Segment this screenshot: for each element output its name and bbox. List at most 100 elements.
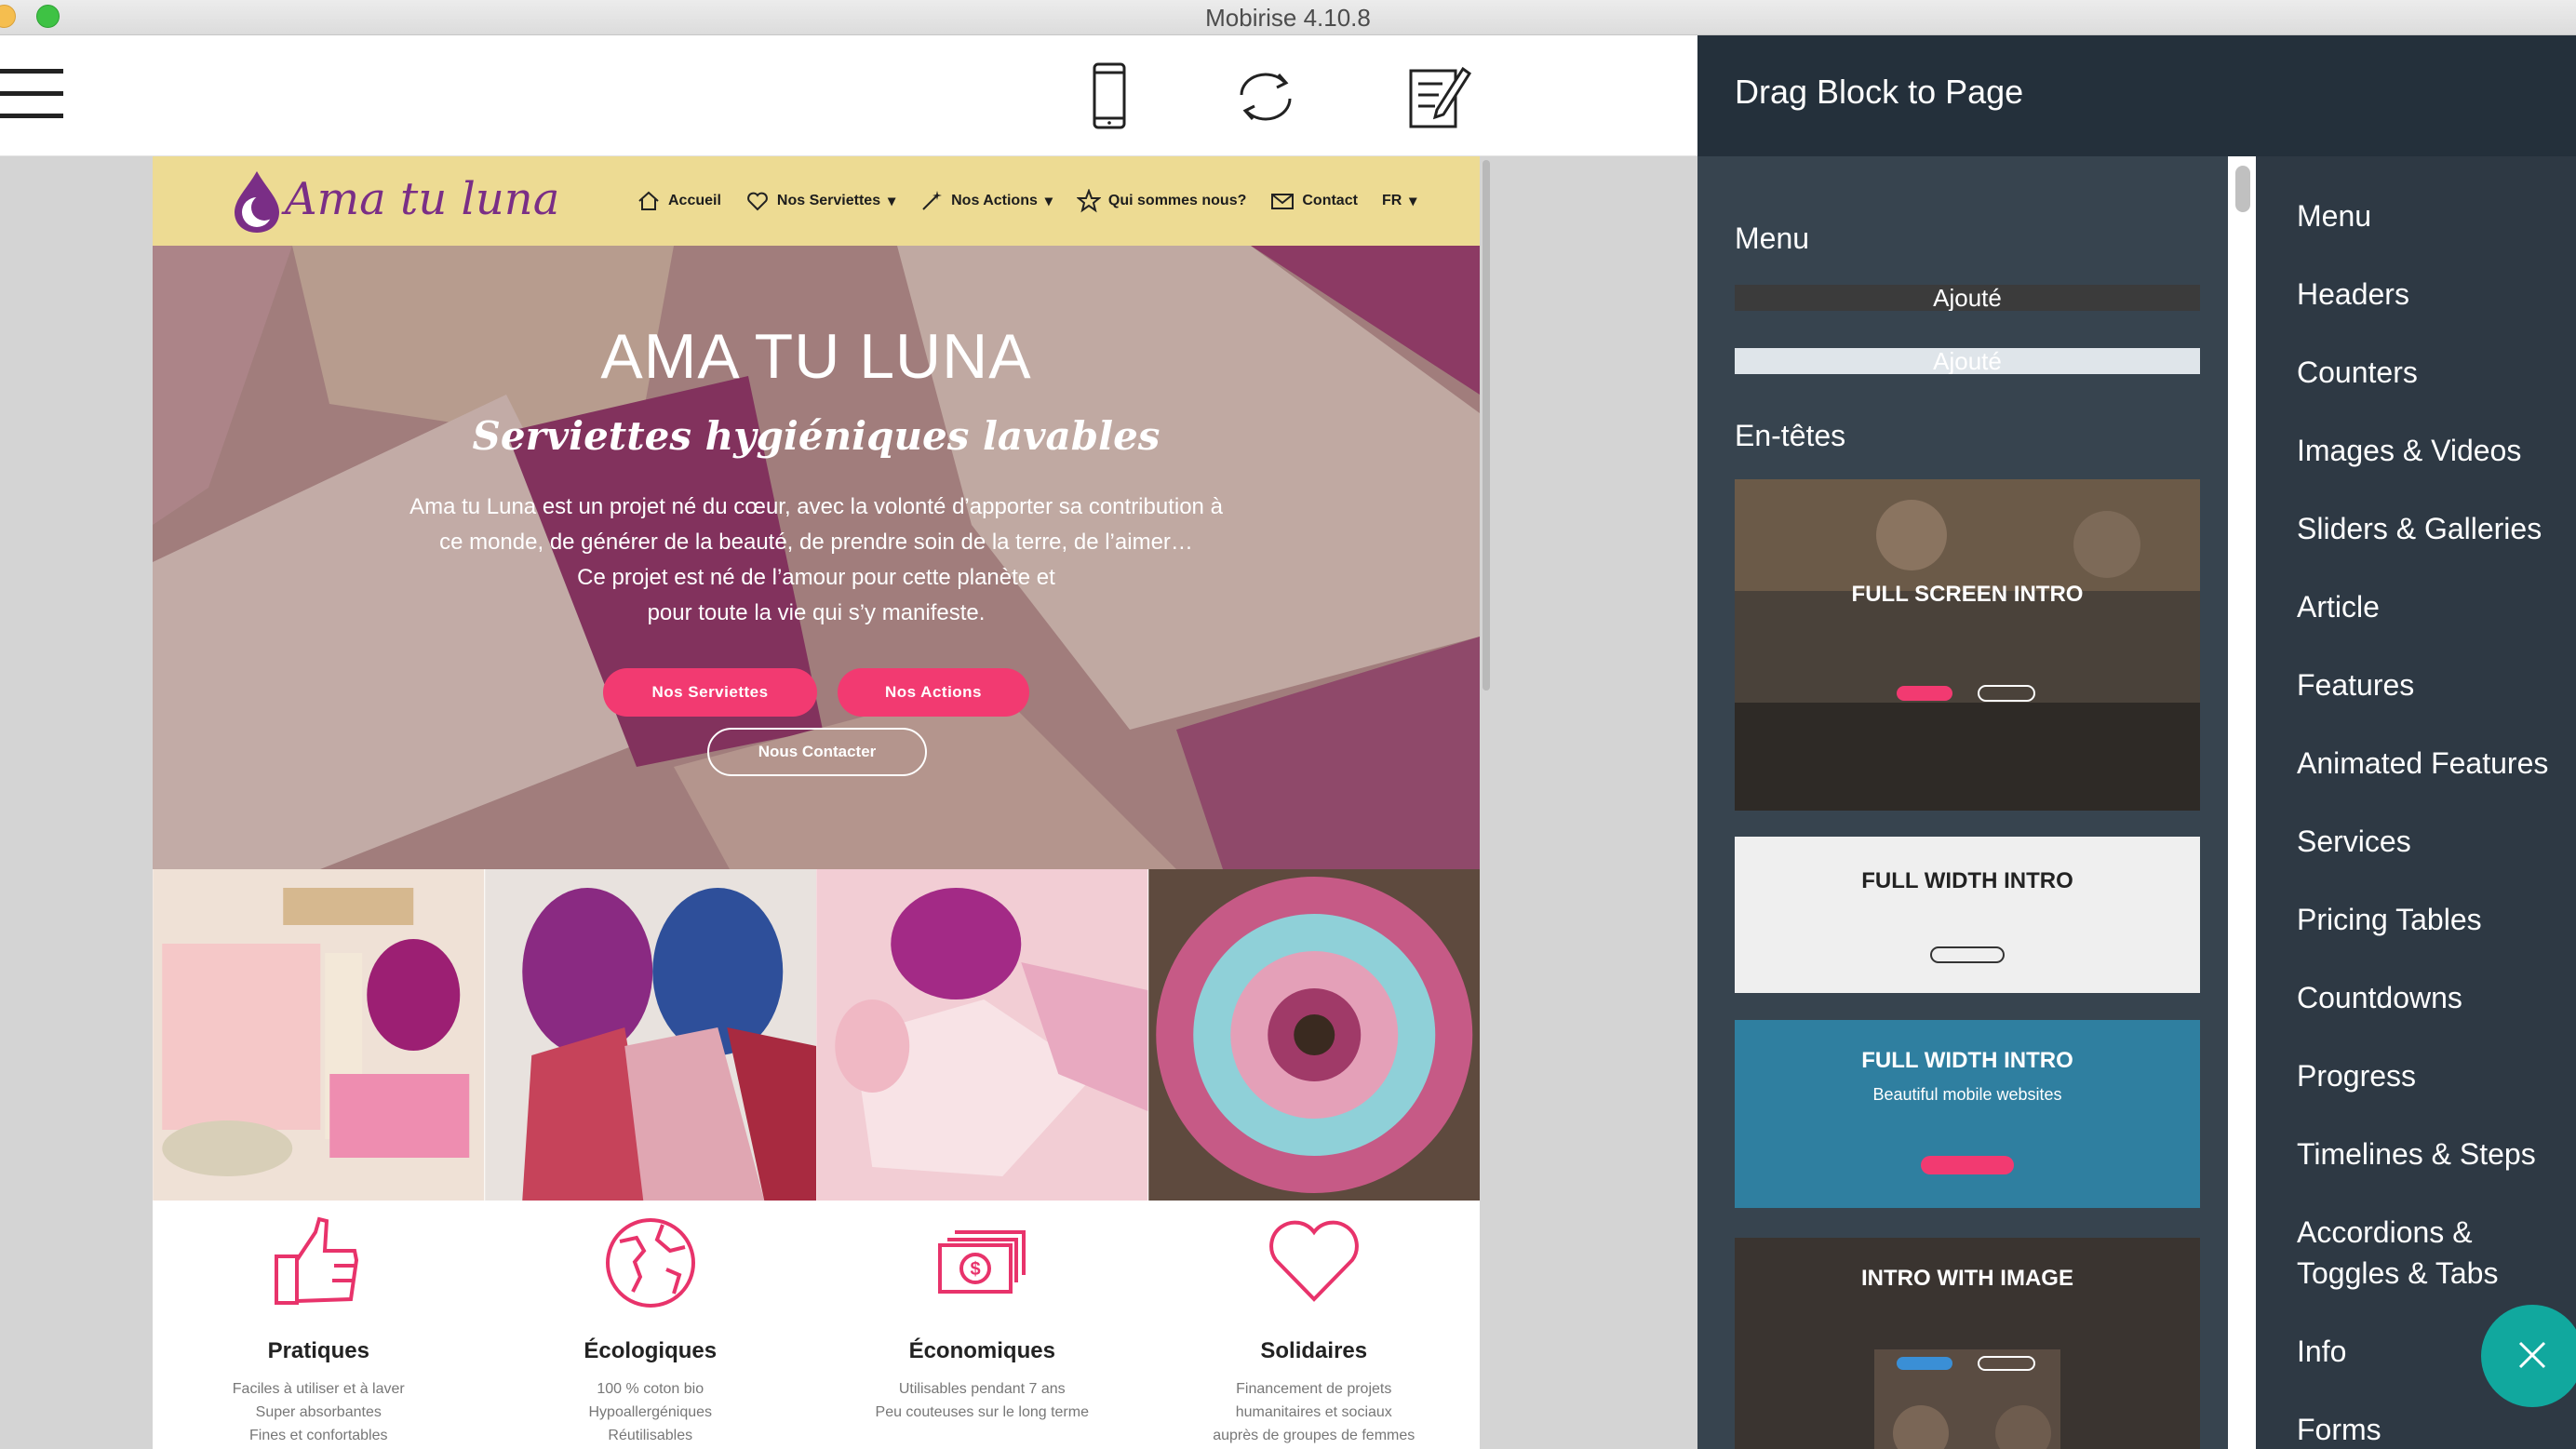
website-preview: Ama tu luna Accueil Nos Serviettes ▾ Nos … [153, 156, 1480, 1449]
thumb-subtitle: Beautiful mobile websites [1872, 1085, 2062, 1104]
edit-page-icon[interactable] [1402, 60, 1476, 134]
feature-line: Hypoallergéniques [588, 1404, 713, 1420]
feature-ecologiques: Écologiques 100 % coton bio Hypoallergén… [485, 1201, 817, 1449]
category-features[interactable]: Features [2297, 664, 2414, 705]
thumb-title: FULL WIDTH INTRO [1861, 1048, 2073, 1073]
hero-title: AMA TU LUNA [600, 321, 1032, 392]
nav-item-nos-serviettes[interactable]: Nos Serviettes ▾ [745, 189, 895, 213]
feature-pratiques: Pratiques Faciles à utiliser et à laver … [153, 1201, 485, 1449]
window-titlebar: Mobirise 4.10.8 [0, 0, 2576, 35]
nav-item-contact[interactable]: Contact [1270, 189, 1358, 213]
nos-actions-button[interactable]: Nos Actions [838, 668, 1029, 717]
gallery-image-1[interactable] [153, 869, 485, 1201]
gallery-image-3[interactable] [816, 869, 1148, 1201]
menu-block-thumb-1[interactable]: Ajouté [1735, 285, 2200, 311]
feature-line: Utilisables pendant 7 ans [898, 1381, 1066, 1397]
minimize-button[interactable] [0, 5, 16, 28]
block-thumbnails-column: Menu Ajouté Ajouté En-têtes FULL SCREEN … [1697, 156, 2228, 1449]
gallery-image-4[interactable] [1147, 869, 1481, 1201]
money-stack-icon: $ [938, 1230, 1026, 1294]
header-block-full-screen-intro[interactable]: FULL SCREEN INTRO [1735, 479, 2200, 811]
feature-line: Super absorbantes [255, 1404, 382, 1420]
thumbs-up-icon [275, 1216, 359, 1305]
categories-scroll-thumb[interactable] [2235, 166, 2250, 212]
close-panel-button[interactable] [2481, 1305, 2576, 1407]
category-info[interactable]: Info [2297, 1331, 2346, 1372]
nos-serviettes-button[interactable]: Nos Serviettes [603, 668, 817, 717]
editor-toolbar [0, 35, 1697, 156]
category-pricing-tables[interactable]: Pricing Tables [2297, 899, 2482, 940]
feature-description: Financement de projets humanitaires et s… [1148, 1377, 1481, 1447]
thumb-title: FULL SCREEN INTRO [1851, 582, 2084, 607]
window-title: Mobirise 4.10.8 [1205, 4, 1371, 32]
category-accordions-line1[interactable]: Accordions & [2297, 1212, 2473, 1253]
sync-icon[interactable] [1228, 60, 1303, 134]
header-block-intro-with-image[interactable]: INTRO WITH IMAGE [1735, 1238, 2200, 1449]
mobile-preview-icon[interactable] [1072, 60, 1147, 134]
category-animated-features[interactable]: Animated Features [2297, 743, 2548, 784]
category-progress[interactable]: Progress [2297, 1055, 2416, 1096]
nav-item-nos-actions[interactable]: Nos Actions ▾ [919, 189, 1053, 213]
nav-item-language[interactable]: FR ▾ [1382, 192, 1416, 210]
feature-description: Faciles à utiliser et à laver Super abso… [153, 1377, 485, 1447]
feature-line: auprès de groupes de femmes [1213, 1428, 1415, 1443]
caret-down-icon: ▾ [888, 194, 896, 209]
thumb-title: FULL WIDTH INTRO [1861, 868, 2073, 893]
category-menu[interactable]: Menu [2297, 195, 2371, 236]
categories-scroll-track[interactable] [2228, 156, 2256, 1449]
thumb-title: INTRO WITH IMAGE [1861, 1266, 2073, 1291]
category-forms[interactable]: Forms [2297, 1409, 2381, 1449]
heart-icon [747, 192, 768, 211]
site-navbar: Ama tu luna Accueil Nos Serviettes ▾ Nos … [153, 156, 1480, 246]
feature-line: Fines et confortables [248, 1428, 388, 1443]
zoom-button[interactable] [36, 5, 60, 28]
feature-line: humanitaires et sociaux [1235, 1404, 1392, 1420]
block-categories-list: Menu Headers Counters Images & Videos Sl… [2256, 156, 2576, 1449]
close-icon [2518, 1341, 2546, 1369]
globe-icon [605, 1218, 695, 1308]
nous-contacter-button[interactable]: Nous Contacter [707, 728, 927, 776]
magic-wand-icon [922, 191, 943, 210]
page-scrollbar[interactable] [1483, 160, 1490, 691]
feature-solidaires: Solidaires Financement de projets humani… [1148, 1201, 1481, 1449]
editor-canvas: Ama tu luna Accueil Nos Serviettes ▾ Nos … [0, 156, 1697, 1449]
feature-title: Solidaires [1260, 1338, 1368, 1363]
learn-more-preview-button [1930, 946, 2005, 963]
hero-paragraph-line: pour toute la vie qui s’y manifeste. [647, 600, 986, 625]
category-images-videos[interactable]: Images & Videos [2297, 430, 2521, 471]
nav-item-accueil[interactable]: Accueil [637, 189, 721, 213]
category-accordions-line2[interactable]: Toggles & Tabs [2297, 1253, 2498, 1294]
blocks-panel: Drag Block to Page Menu Ajouté Ajouté En… [1697, 35, 2576, 1449]
category-counters[interactable]: Counters [2297, 352, 2418, 393]
gallery-image-2[interactable] [484, 869, 817, 1201]
nav-label: Contact [1302, 193, 1358, 208]
added-label: Ajouté [1933, 285, 2002, 311]
feature-line: Financement de projets [1236, 1381, 1392, 1397]
category-headers[interactable]: Headers [2297, 274, 2409, 315]
category-timelines-steps[interactable]: Timelines & Steps [2297, 1134, 2536, 1174]
feature-line: Faciles à utiliser et à laver [232, 1381, 405, 1397]
category-sliders-galleries[interactable]: Sliders & Galleries [2297, 508, 2542, 549]
panel-heading: Drag Block to Page [1697, 35, 2576, 156]
feature-title: Pratiques [267, 1338, 369, 1363]
header-block-full-width-intro-blue[interactable]: FULL WIDTH INTRO Beautiful mobile websit… [1735, 1020, 2200, 1208]
feature-economiques: $ Économiques Utilisables pendant 7 ans … [816, 1201, 1148, 1449]
nav-label: Nos Serviettes [776, 193, 881, 208]
hamburger-icon[interactable] [0, 69, 63, 121]
envelope-icon [1271, 194, 1295, 209]
menu-block-thumb-2[interactable]: Ajouté [1735, 348, 2200, 374]
home-icon [638, 191, 659, 210]
caret-down-icon: ▾ [1409, 194, 1417, 209]
features-section: Pratiques Faciles à utiliser et à laver … [153, 1201, 1480, 1449]
star-icon [1076, 189, 1101, 213]
nav-item-qui-sommes-nous[interactable]: Qui sommes nous? [1076, 189, 1246, 213]
category-countdowns[interactable]: Countdowns [2297, 977, 2462, 1018]
category-services[interactable]: Services [2297, 821, 2411, 862]
svg-text:$: $ [971, 1259, 981, 1280]
category-article[interactable]: Article [2297, 586, 2380, 627]
hero-section: AMA TU LUNA Serviettes hygiéniques lavab… [153, 246, 1480, 869]
feature-description: 100 % coton bio Hypoallergéniques Réutil… [485, 1377, 817, 1447]
header-block-full-width-intro[interactable]: FULL WIDTH INTRO [1735, 837, 2200, 993]
hero-paragraph-line: Ama tu Luna est un projet né du cœur, av… [409, 494, 1223, 519]
site-logo-text[interactable]: Ama tu luna [285, 173, 559, 225]
